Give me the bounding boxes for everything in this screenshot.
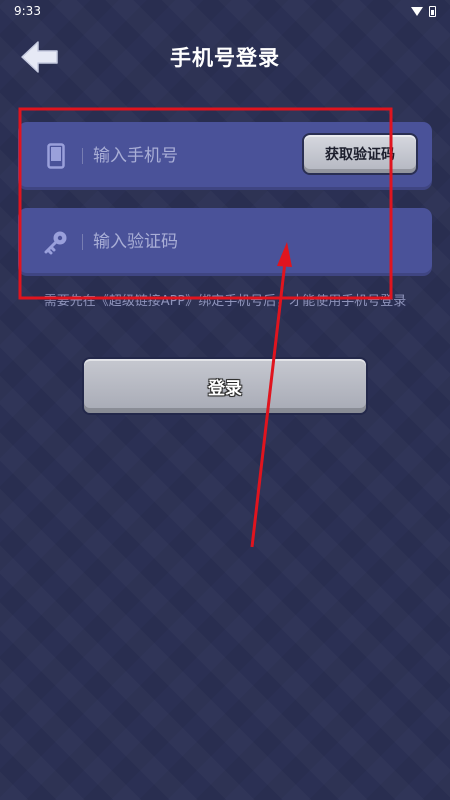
status-bar: 9:33 bbox=[0, 0, 450, 22]
back-arrow-icon bbox=[21, 41, 58, 73]
phone-icon bbox=[34, 134, 78, 178]
phone-field: 获取验证码 bbox=[18, 122, 432, 190]
code-input[interactable] bbox=[93, 222, 432, 262]
header: 手机号登录 bbox=[0, 34, 450, 80]
status-time: 9:33 bbox=[14, 4, 41, 18]
battery-icon bbox=[429, 5, 436, 17]
code-field bbox=[18, 208, 432, 276]
page-title: 手机号登录 bbox=[170, 46, 280, 70]
field-divider bbox=[82, 234, 83, 250]
field-divider bbox=[82, 148, 83, 164]
status-icons bbox=[411, 5, 436, 17]
hint-text: 需要先在《超级链接APP》绑定手机号后，才能使用手机号登录 bbox=[43, 294, 407, 309]
login-button[interactable]: 登录 bbox=[82, 357, 368, 415]
get-code-button[interactable]: 获取验证码 bbox=[302, 133, 418, 175]
key-icon bbox=[34, 220, 78, 264]
wifi-icon bbox=[411, 6, 423, 16]
back-button[interactable] bbox=[20, 40, 60, 74]
